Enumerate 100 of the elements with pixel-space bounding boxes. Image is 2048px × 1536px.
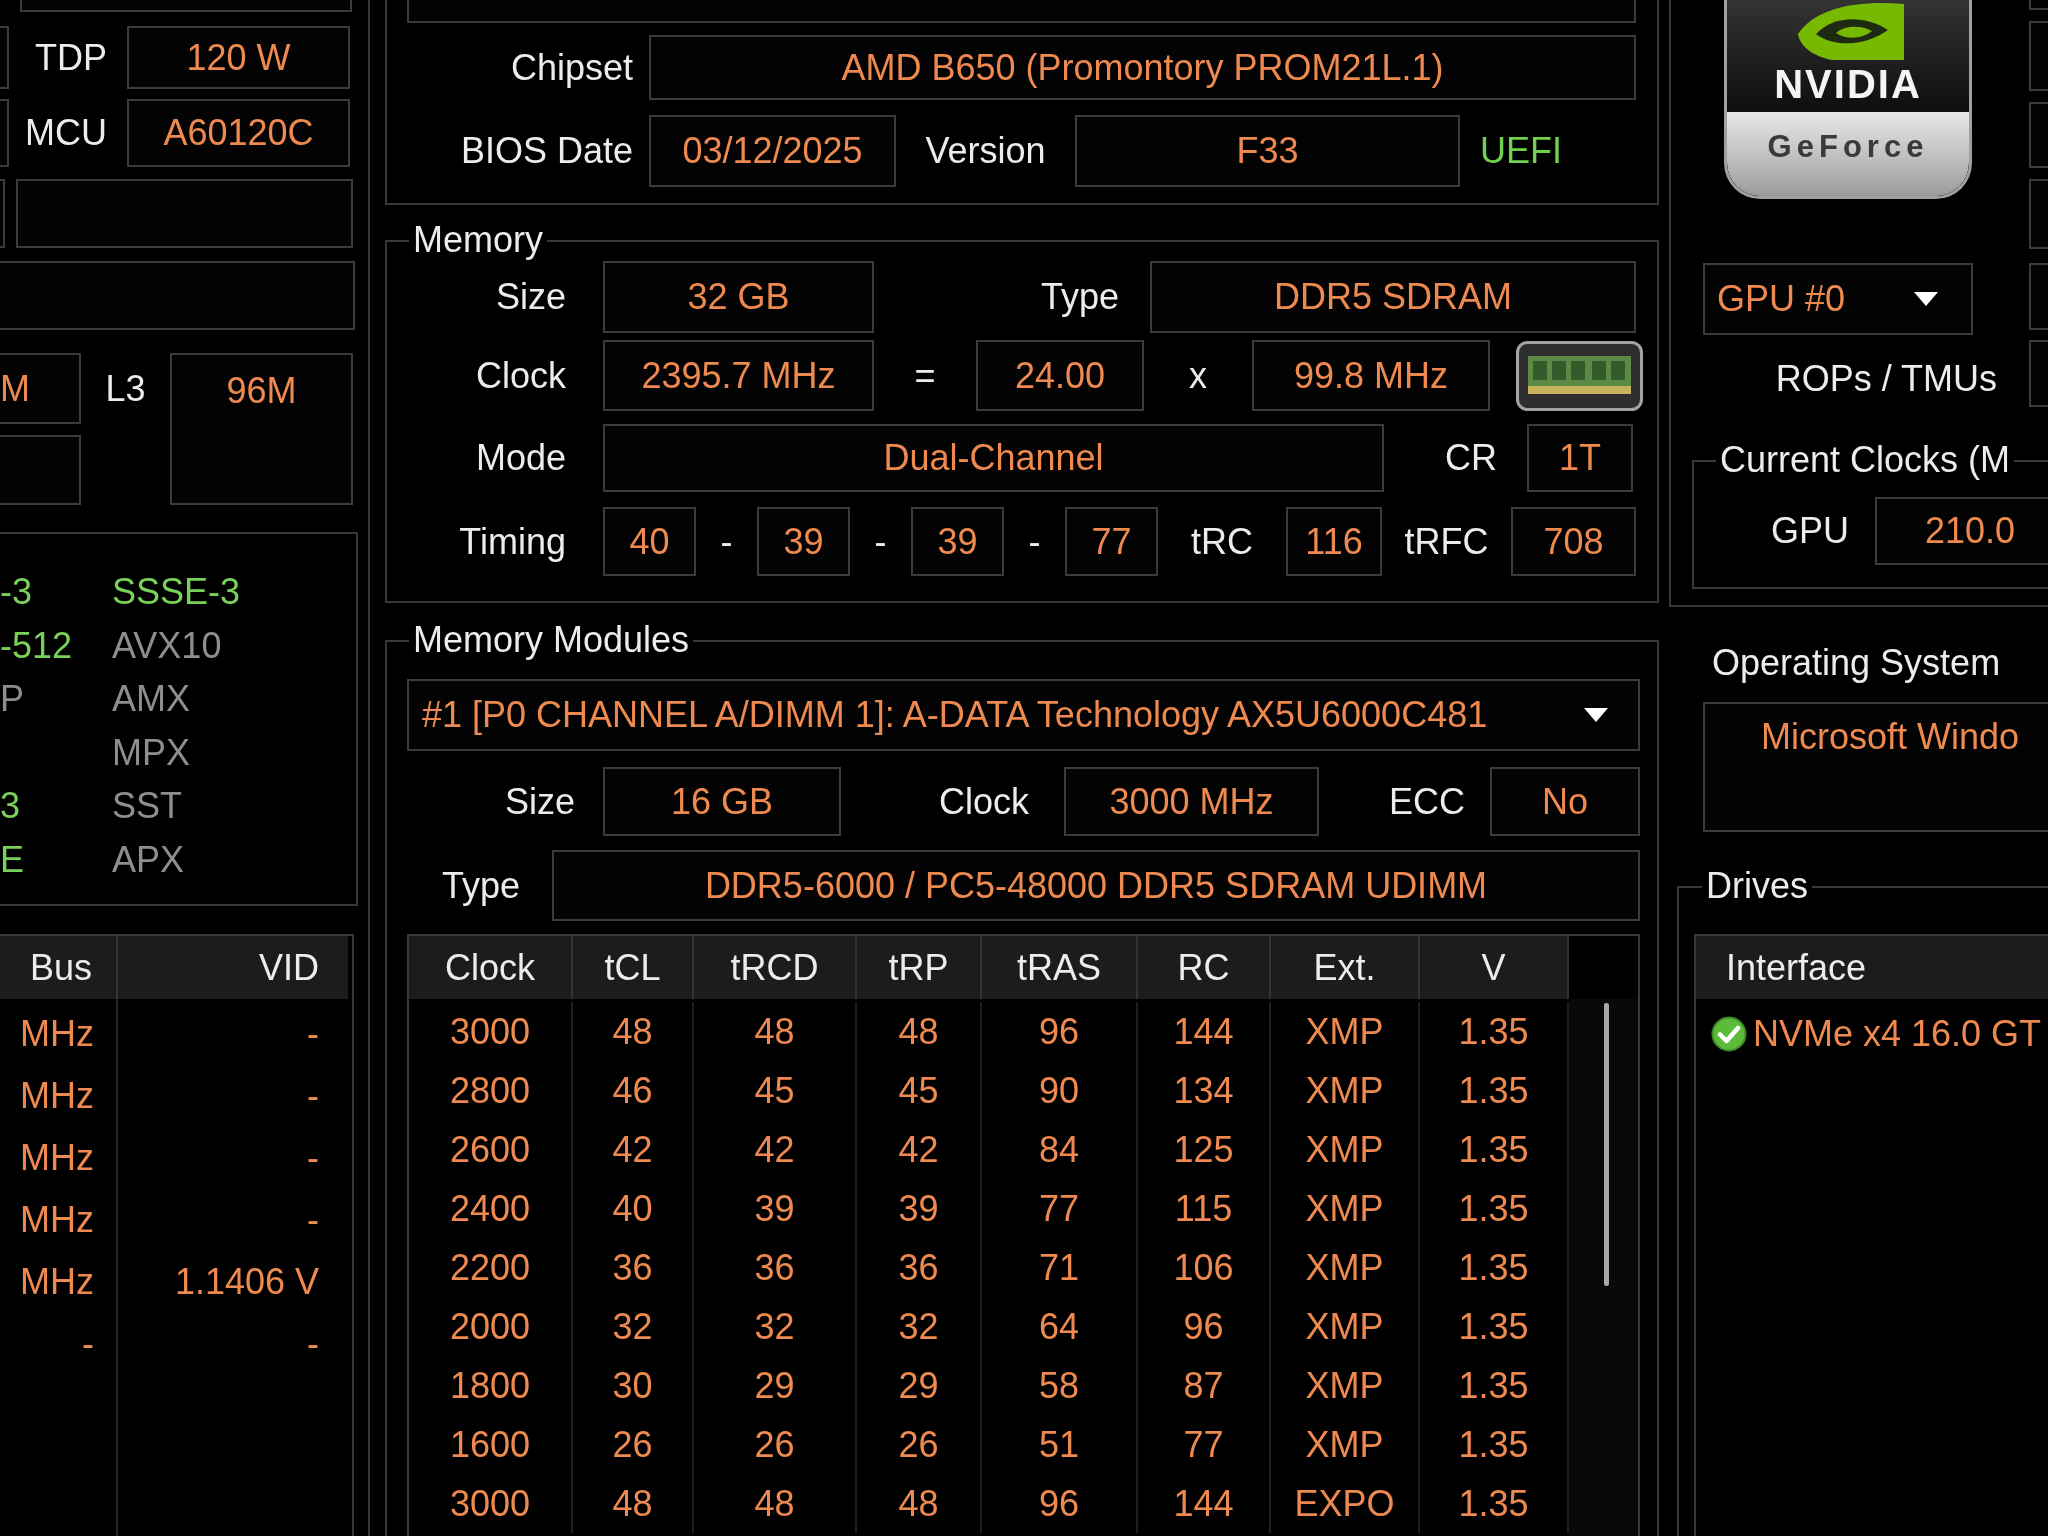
table-cell-text: MHz — [19, 1074, 95, 1118]
table-cell: XMP — [1271, 1356, 1420, 1415]
value-field: AMD B650 (Promontory PROM21L.1) — [649, 35, 1636, 100]
table-cell: 115 — [1138, 1179, 1271, 1238]
value-field: 2395.7 MHz — [603, 340, 874, 411]
module-dropdown[interactable]: #1 [P0 CHANNEL A/DIMM 1]: A-DATA Technology AX5U6000C481 — [407, 679, 1640, 751]
table-cell: 90 — [982, 1061, 1138, 1120]
table-cell: 26 — [857, 1415, 982, 1474]
value-field: DDR5-6000 / PC5-48000 DDR5 SDRAM UDIMM — [552, 850, 1640, 921]
table-cell: 51 — [982, 1415, 1138, 1474]
field-label: tRFC — [1404, 520, 1489, 563]
table-cell: 36 — [857, 1238, 982, 1297]
column-header: Interface — [1696, 936, 2048, 999]
column-header: RC — [1138, 936, 1271, 999]
column-header: V — [1420, 936, 1569, 999]
value-field: Dual-Channel — [603, 424, 1384, 492]
value-field: 120 W — [127, 26, 350, 89]
table-cell: 96 — [982, 1002, 1138, 1061]
feature-label: APX — [112, 838, 185, 880]
table-cell: EXPO — [1271, 1474, 1420, 1533]
table-cell: 48 — [573, 1002, 694, 1061]
table-cell: 39 — [694, 1179, 857, 1238]
feature-label: AVX10 — [112, 624, 222, 666]
dash-separator: - — [1028, 520, 1041, 563]
field-label: tRC — [1191, 520, 1253, 563]
table-cell: 40 — [573, 1179, 694, 1238]
table-cell: XMP — [1271, 1120, 1420, 1179]
caret-icon — [1914, 292, 1938, 306]
table-cell-text: - — [306, 1136, 320, 1180]
field-label: TDP — [35, 36, 107, 79]
section-title: Operating System — [1712, 641, 2001, 685]
dash-separator: - — [720, 520, 733, 563]
table-cell: 36 — [694, 1238, 857, 1297]
feature-label: SSSE-3 — [112, 571, 241, 613]
table-cell: 29 — [694, 1356, 857, 1415]
field-label: Chipset — [510, 46, 633, 89]
table-cell: 29 — [857, 1356, 982, 1415]
table-cell: 58 — [982, 1356, 1138, 1415]
table-cell: 87 — [1138, 1356, 1271, 1415]
table-cell: 48 — [573, 1474, 694, 1533]
table-cell: 32 — [573, 1297, 694, 1356]
column-header: tCL — [573, 936, 694, 999]
value-field: 99.8 MHz — [1252, 340, 1490, 411]
column-header: Clock — [409, 936, 573, 999]
brand-name: NVIDIA — [1774, 62, 1922, 106]
multiply-sign: x — [1189, 354, 1207, 397]
memory-button[interactable] — [1516, 340, 1643, 411]
value-field: 1T — [1527, 424, 1633, 492]
column-header: VID — [258, 945, 320, 990]
gpu-dropdown[interactable]: GPU #0 — [1703, 263, 1973, 335]
table-cell: 3000 — [409, 1474, 573, 1533]
caret-icon — [1584, 708, 1608, 722]
value-field: 40 — [603, 507, 696, 576]
table-cell-text: MHz — [19, 1136, 95, 1180]
equals-sign: = — [914, 354, 936, 397]
table-cell: 125 — [1138, 1120, 1271, 1179]
table-cell: 46 — [573, 1061, 694, 1120]
field-label: Clock — [475, 354, 566, 397]
value-field: 03/12/2025 — [649, 115, 896, 187]
scrollbar-track[interactable] — [1569, 999, 1638, 1536]
table-cell: 106 — [1138, 1238, 1271, 1297]
field-label: Size — [504, 780, 575, 823]
table-cell: 2600 — [409, 1120, 573, 1179]
table-cell: 32 — [694, 1297, 857, 1356]
field-label: ROPs / TMUs — [1775, 358, 1997, 400]
value-field: 32 GB — [603, 261, 874, 333]
table-cell: 48 — [694, 1474, 857, 1533]
table-cell: 26 — [694, 1415, 857, 1474]
ram-module-icon — [1516, 340, 1643, 411]
column-header: Ext. — [1271, 936, 1420, 999]
table-cell: NVMe x4 16.0 GT — [1753, 1013, 2042, 1055]
field-label: Version — [925, 130, 1046, 172]
scrollbar-thumb[interactable] — [1604, 1003, 1609, 1286]
table-cell-text: 1.1406 V — [173, 1260, 320, 1304]
table-cell: 48 — [857, 1002, 982, 1061]
feature-label: SST — [112, 785, 182, 827]
field-label: Mode — [475, 437, 566, 479]
column-header: tRCD — [694, 936, 857, 999]
field-label: L3 — [105, 367, 146, 410]
table-cell: XMP — [1271, 1297, 1420, 1356]
value-field: 77 — [1065, 507, 1158, 576]
table-cell-text: MHz — [19, 1198, 95, 1242]
value-field: 24.00 — [976, 340, 1144, 411]
table-cell: XMP — [1271, 1179, 1420, 1238]
table-cell: 144 — [1138, 1474, 1271, 1533]
table-cell-text: - — [81, 1322, 95, 1366]
table-cell: 96 — [1138, 1297, 1271, 1356]
table-cell: XMP — [1271, 1002, 1420, 1061]
field-label: CR — [1445, 437, 1497, 479]
value-field: 96M — [170, 353, 353, 505]
value-field: Microsoft Windo — [1703, 702, 2048, 832]
table-cell: 2800 — [409, 1061, 573, 1120]
table-cell: XMP — [1271, 1061, 1420, 1120]
field-label: Type — [1040, 276, 1119, 318]
table-cell: 48 — [857, 1474, 982, 1533]
table-cell: 39 — [857, 1179, 982, 1238]
table-cell: 36 — [573, 1238, 694, 1297]
table-cell-text: MHz — [19, 1260, 95, 1304]
table-cell: 42 — [694, 1120, 857, 1179]
field-label: Clock — [938, 780, 1029, 823]
